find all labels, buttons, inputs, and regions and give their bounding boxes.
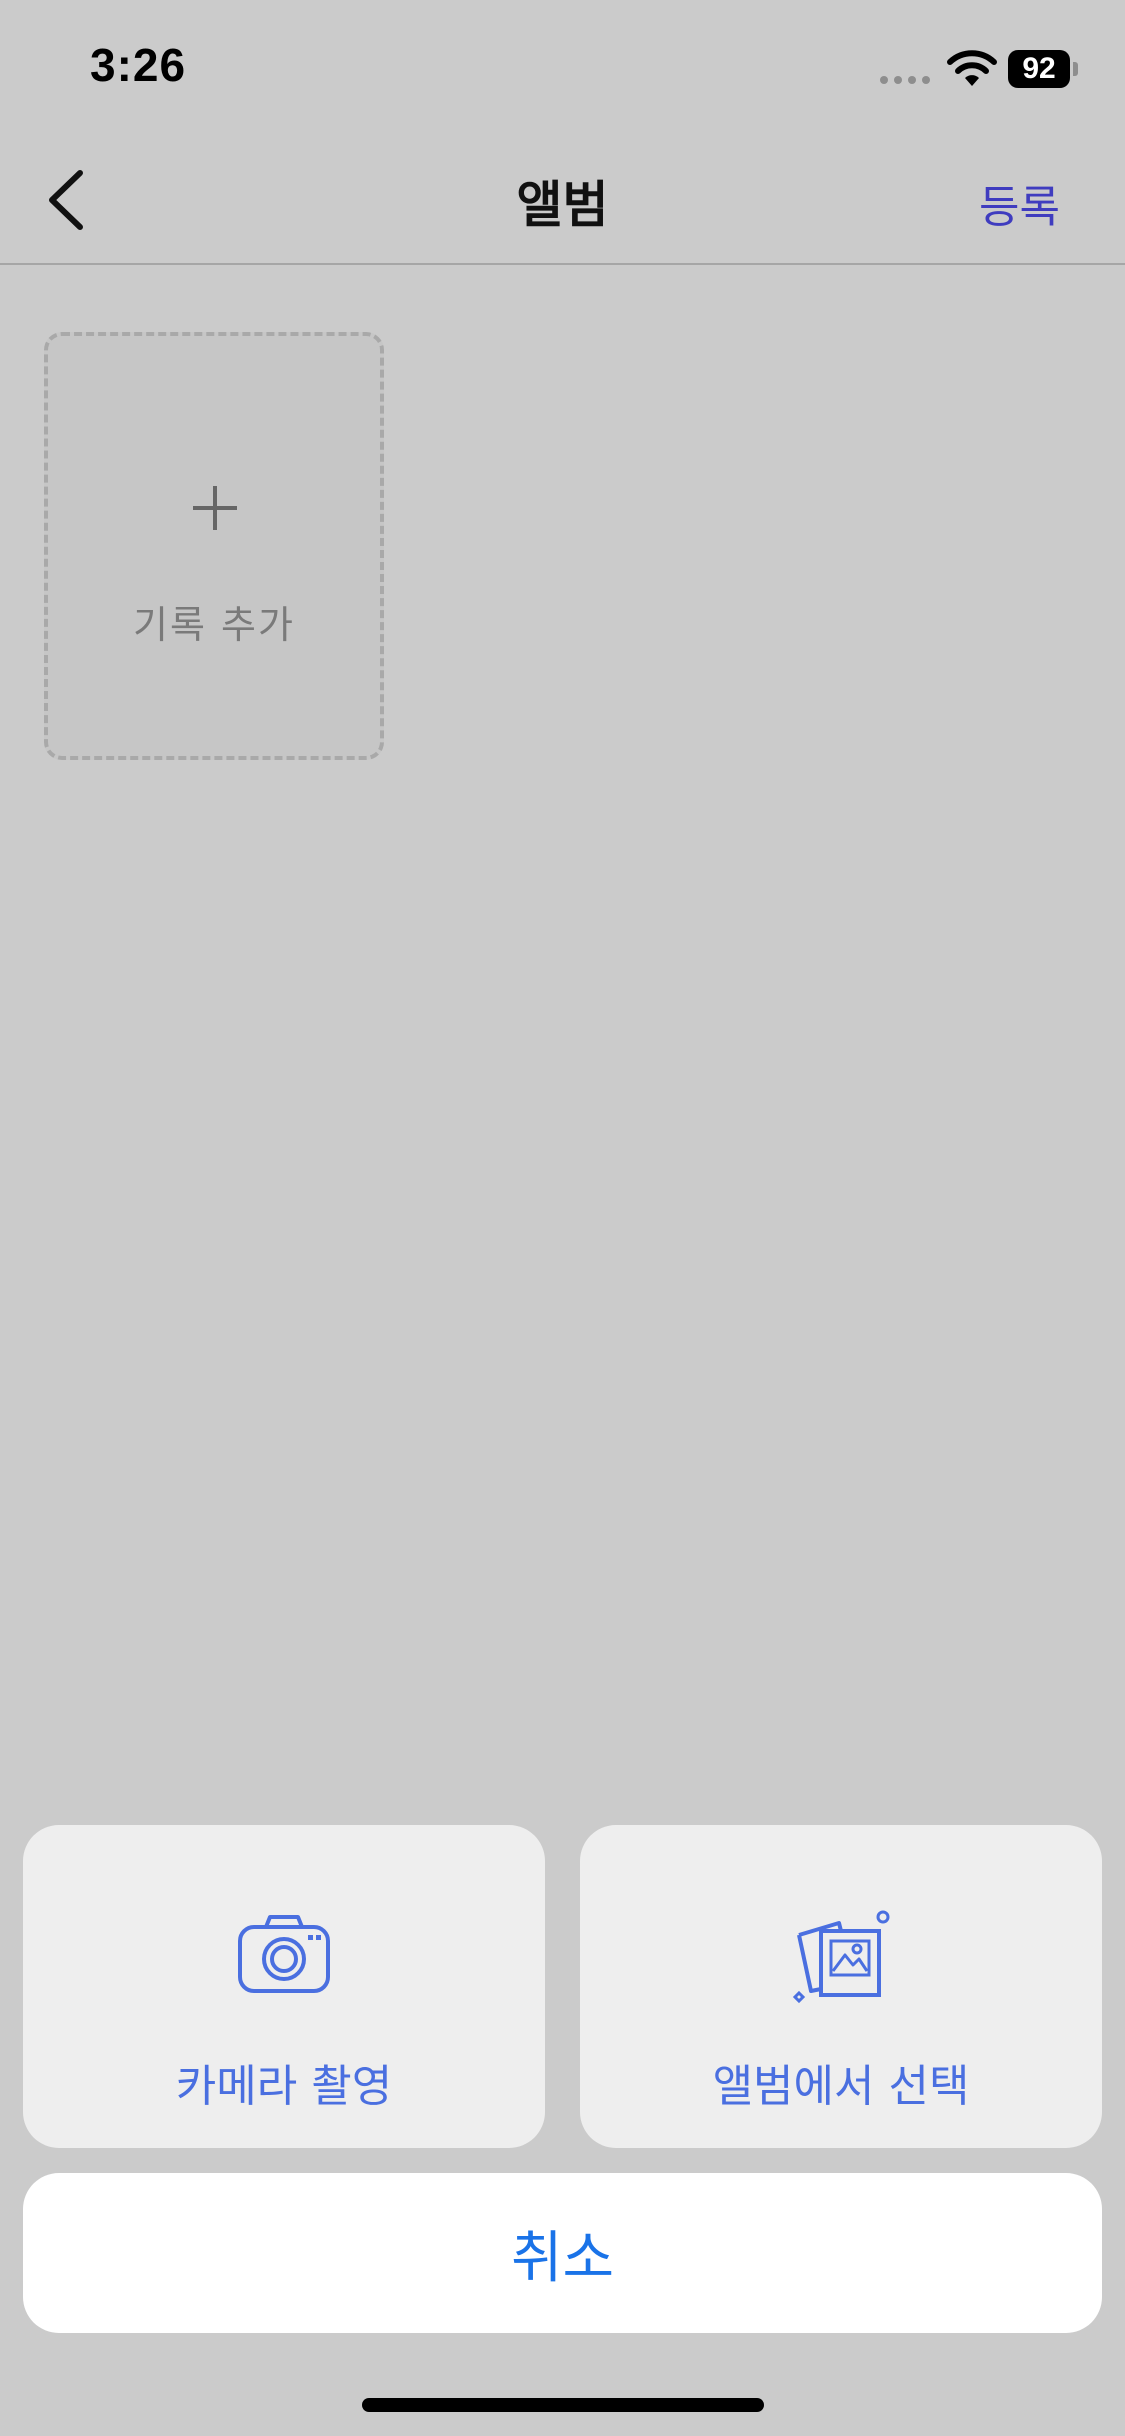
album-option-button[interactable]: 앨범에서 선택: [580, 1825, 1102, 2148]
battery-icon: 92: [1008, 50, 1078, 90]
photo-gallery-icon: [792, 1910, 890, 2004]
page-title: 앨범: [516, 176, 609, 234]
add-record-label: 기록 추가: [133, 603, 295, 647]
signal-dots-icon: [880, 76, 930, 84]
plus-icon: [193, 486, 237, 530]
camera-option-label: 카메라 촬영: [175, 2061, 393, 2112]
camera-icon: [238, 1915, 330, 1993]
navigation-bar: 앨범 등록: [0, 135, 1125, 265]
add-record-button[interactable]: 기록 추가: [44, 332, 384, 760]
register-button[interactable]: 등록: [979, 171, 1060, 235]
home-indicator[interactable]: [362, 2398, 764, 2412]
cancel-label: 취소: [510, 2225, 615, 2291]
cancel-button[interactable]: 취소: [23, 2173, 1102, 2333]
album-option-label: 앨범에서 선택: [712, 2061, 970, 2112]
wifi-icon: [947, 50, 997, 86]
status-bar: 3:26 92: [0, 0, 1125, 135]
battery-level: 92: [1008, 50, 1070, 88]
camera-option-button[interactable]: 카메라 촬영: [23, 1825, 545, 2148]
status-time: 3:26: [90, 39, 187, 91]
